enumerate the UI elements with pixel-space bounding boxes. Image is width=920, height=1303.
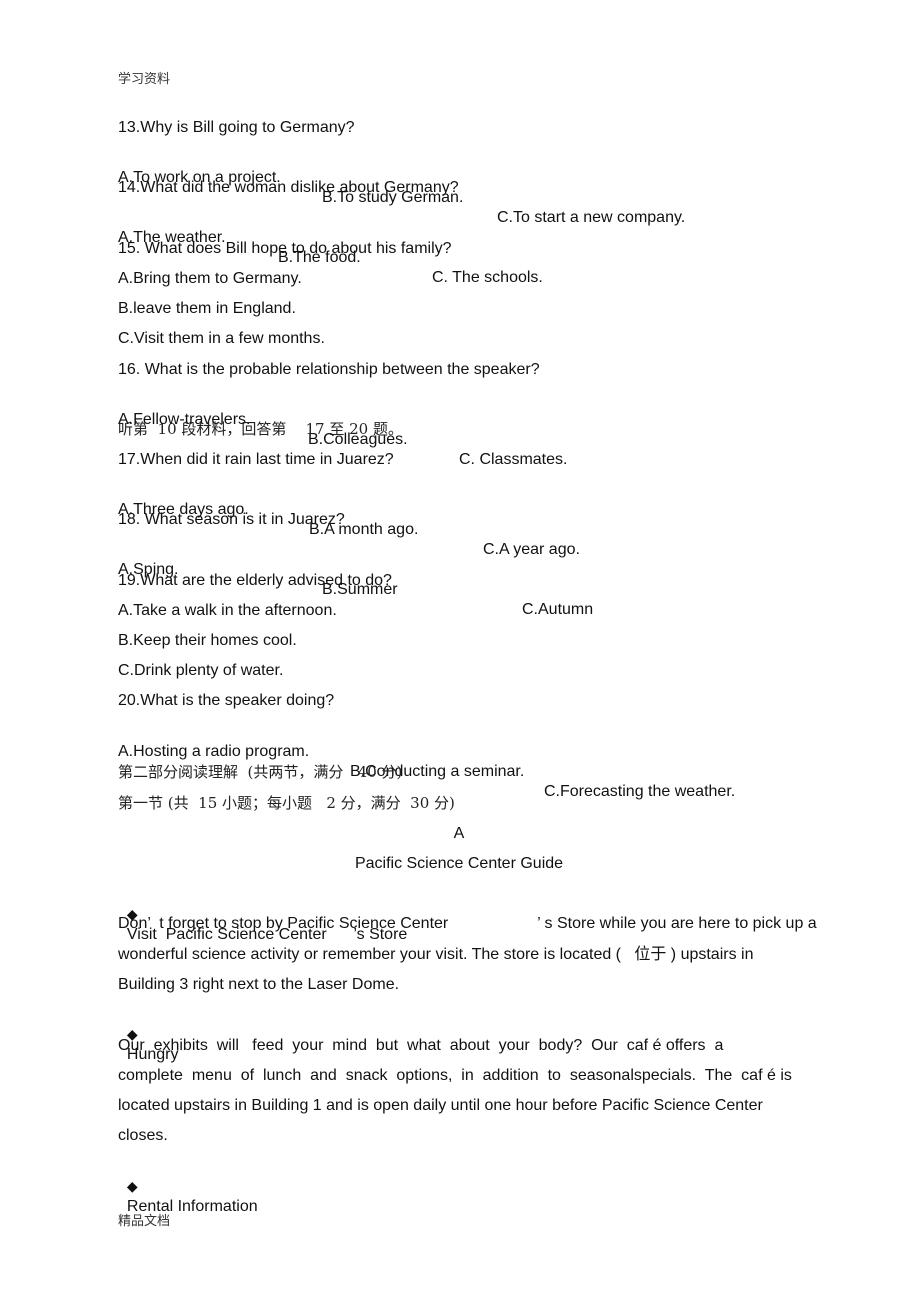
q15-option-c: C.Visit them in a few months. bbox=[118, 330, 325, 347]
question-18-stem: 18. What season is it in Juarez? bbox=[118, 511, 345, 528]
section-10-instruction: 听第 10 段材料，回答第 17 至 20 题。 bbox=[118, 420, 403, 438]
q14-option-c: C. The schools. bbox=[432, 269, 543, 286]
question-17-stem: 17.When did it rain last time in Juarez? bbox=[118, 451, 394, 468]
q19-option-b: B.Keep their homes cool. bbox=[118, 632, 297, 649]
store-line-3: Building 3 right next to the Laser Dome. bbox=[118, 976, 400, 993]
page-footer-note: 精品文档 bbox=[118, 1214, 171, 1229]
q20-option-a: A.Hosting a radio program. bbox=[118, 743, 310, 760]
question-13-stem: 13.Why is Bill going to Germany? bbox=[118, 119, 355, 136]
passage-title: Pacific Science Center Guide bbox=[354, 855, 564, 872]
reading-section-title: 第一节 (共 15 小题；每小题 2 分，满分 30 分) bbox=[118, 794, 455, 812]
hungry-line-1: Our exhibits will feed your mind but wha… bbox=[118, 1037, 724, 1054]
rental-heading: ◆ Rental Information bbox=[118, 1156, 258, 1217]
hungry-line-2: complete menu of lunch and snack options… bbox=[118, 1067, 792, 1084]
q15-option-b: B.leave them in England. bbox=[118, 300, 296, 317]
store-line-2: wonderful science activity or remember y… bbox=[118, 946, 754, 963]
q19-option-c: C.Drink plenty of water. bbox=[118, 662, 284, 679]
question-15-stem: 15. What does Bill hope to do about his … bbox=[118, 240, 452, 257]
question-19-stem: 19.What are the elderly advised to do? bbox=[118, 572, 392, 589]
q16-option-c: C. Classmates. bbox=[459, 451, 568, 468]
passage-label: A bbox=[453, 825, 465, 842]
hungry-line-4: closes. bbox=[118, 1127, 168, 1144]
question-14-stem: 14.What did the woman dislike about Germ… bbox=[118, 179, 459, 196]
bullet-diamond-icon: ◆ bbox=[126, 1178, 138, 1194]
hungry-line-3: located upstairs in Building 1 and is op… bbox=[118, 1097, 763, 1114]
page-header-note: 学习资料 bbox=[118, 72, 171, 87]
question-20-stem: 20.What is the speaker doing? bbox=[118, 692, 335, 709]
q18-option-c: C.Autumn bbox=[522, 601, 594, 618]
q20-option-c: C.Forecasting the weather. bbox=[544, 783, 736, 800]
q19-option-a: A.Take a walk in the afternoon. bbox=[118, 602, 337, 619]
question-16-stem: 16. What is the probable relationship be… bbox=[118, 361, 540, 378]
store-line-1: Don’ t forget to stop by Pacific Science… bbox=[118, 915, 817, 932]
q15-option-a: A.Bring them to Germany. bbox=[118, 270, 302, 287]
reading-part-title: 第二部分阅读理解 (共两节，满分 40 分) bbox=[118, 763, 403, 781]
